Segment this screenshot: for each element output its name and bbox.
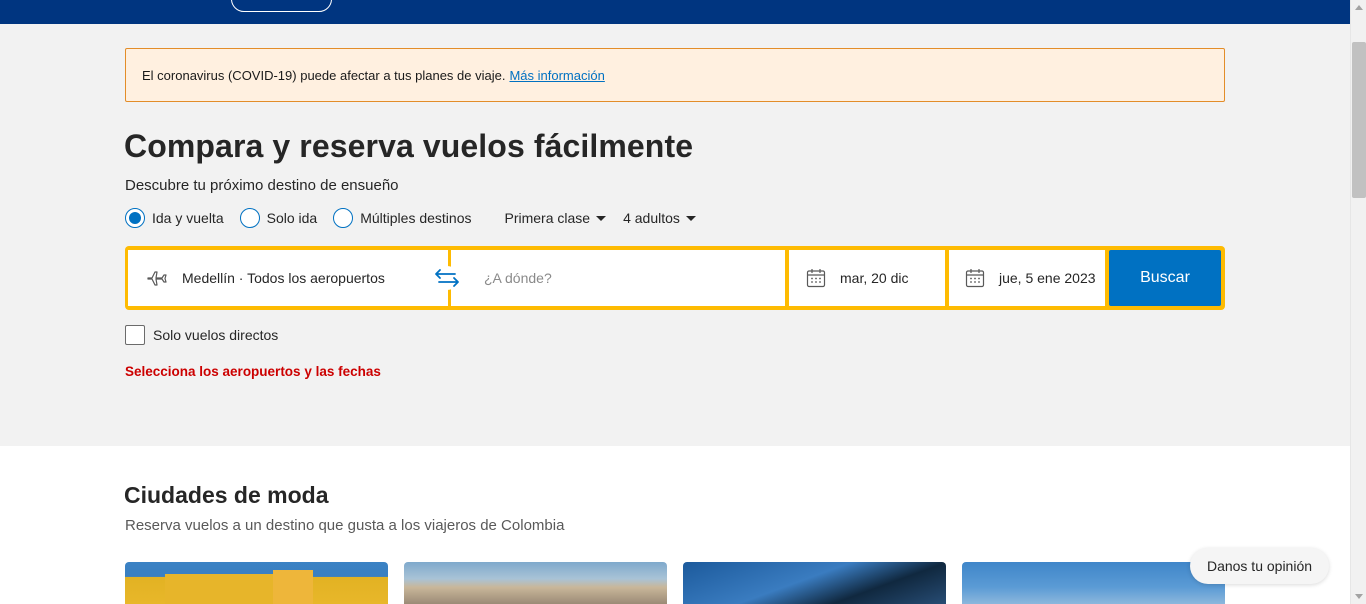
more-info-link[interactable]: Más información (509, 68, 604, 83)
validation-error-message: Selecciona los aeropuertos y las fechas (125, 364, 381, 379)
radio-multi-city-label: Múltiples destinos (360, 210, 472, 226)
passengers-label: 4 adultos (623, 210, 680, 226)
depart-date-value: mar, 20 dic (840, 270, 909, 286)
plane-icon (146, 269, 168, 287)
top-nav-bar (0, 0, 1350, 24)
trending-subtitle: Reserva vuelos a un destino que gusta a … (125, 517, 565, 534)
city-photo (165, 570, 313, 604)
covid-alert-banner: El coronavirus (COVID-19) puede afectar … (125, 48, 1225, 102)
trending-city-card[interactable] (962, 562, 1225, 604)
depart-date-field[interactable]: mar, 20 dic (789, 250, 945, 306)
direct-flights-option[interactable]: Solo vuelos directos (125, 325, 278, 345)
trending-city-card[interactable] (683, 562, 946, 604)
radio-multi-city[interactable]: Múltiples destinos (333, 208, 471, 228)
calendar-icon (965, 268, 985, 288)
radio-one-way[interactable]: Solo ida (239, 208, 318, 228)
radio-unchecked-icon[interactable] (333, 208, 354, 228)
destination-placeholder: ¿A dónde? (484, 270, 552, 286)
origin-field[interactable]: Medellín · Todos los aeropuertos (128, 250, 448, 306)
cabin-class-label: Primera clase (504, 210, 591, 226)
page-subtitle: Descubre tu próximo destino de ensueño (125, 177, 399, 194)
swap-arrows-icon[interactable] (433, 266, 461, 290)
return-date-value: jue, 5 ene 2023 (999, 270, 1096, 286)
scroll-up-arrow-icon[interactable] (1355, 5, 1363, 10)
vertical-scrollbar[interactable] (1350, 0, 1366, 604)
scrollbar-thumb[interactable] (1352, 42, 1366, 198)
nav-pill-button[interactable] (231, 0, 332, 12)
direct-flights-checkbox[interactable] (125, 325, 145, 345)
radio-round-trip[interactable]: Ida y vuelta (125, 208, 224, 228)
radio-checked-icon[interactable] (125, 208, 145, 228)
caret-down-icon (685, 215, 696, 221)
trip-type-row: Ida y vuelta Solo ida Múltiples destinos… (125, 206, 696, 230)
trending-city-card[interactable] (125, 562, 388, 604)
radio-one-way-label: Solo ida (266, 210, 318, 226)
destination-field[interactable]: ¿A dónde? (451, 250, 785, 306)
radio-unchecked-icon[interactable] (239, 208, 260, 228)
scroll-down-arrow-icon[interactable] (1355, 594, 1363, 599)
origin-value: Medellín · Todos los aeropuertos (182, 270, 385, 286)
trending-title: Ciudades de moda (124, 482, 329, 508)
calendar-icon (806, 268, 826, 288)
direct-flights-label: Solo vuelos directos (153, 327, 279, 343)
radio-round-trip-label: Ida y vuelta (152, 210, 224, 226)
covid-alert-text: El coronavirus (COVID-19) puede afectar … (142, 67, 506, 83)
caret-down-icon (596, 215, 607, 221)
cabin-class-dropdown[interactable]: Primera clase (504, 210, 607, 226)
passengers-dropdown[interactable]: 4 adultos (623, 210, 696, 226)
feedback-button[interactable]: Danos tu opinión (1190, 548, 1329, 584)
return-date-field[interactable]: jue, 5 ene 2023 (949, 250, 1105, 306)
trending-city-card[interactable] (404, 562, 667, 604)
flight-search-box: Medellín · Todos los aeropuertos ¿A dónd… (125, 246, 1225, 310)
search-button[interactable]: Buscar (1109, 250, 1221, 306)
page-title: Compara y reserva vuelos fácilmente (124, 128, 694, 164)
